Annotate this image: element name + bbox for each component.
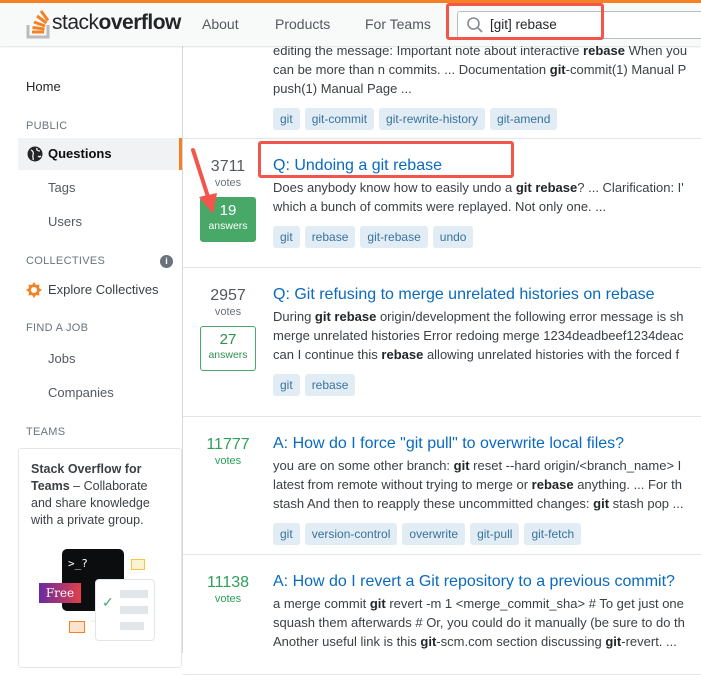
check-icon: ✓	[102, 594, 114, 610]
sidebar-label-questions: Questions	[48, 146, 112, 161]
annotation-arrow	[191, 148, 217, 214]
tag-git-amend[interactable]: git-amend	[490, 108, 558, 130]
tag-rebase[interactable]: rebase	[304, 374, 356, 396]
sidebar-item-jobs[interactable]: Jobs	[48, 351, 75, 366]
chat-bubble-icon	[69, 621, 85, 633]
sidebar-item-companies[interactable]: Companies	[48, 385, 114, 400]
votes-number: 2957	[210, 287, 246, 304]
votes-label: votes	[214, 306, 242, 318]
section-teams: TEAMS	[26, 426, 66, 438]
tag-rebase[interactable]: rebase	[304, 226, 356, 248]
sidebar-item-explore-collectives[interactable]: Explore Collectives	[48, 282, 159, 297]
result-body: Q: Git refusing to merge unrelated histo…	[273, 284, 701, 396]
collectives-icon	[26, 282, 42, 298]
votes-number: 11777	[206, 436, 250, 453]
vote-count: 11138 votes	[200, 573, 256, 605]
section-find-a-job: FIND A JOB	[26, 322, 89, 334]
tag-git[interactable]: git	[273, 108, 300, 130]
result-excerpt: During git rebase origin/development the…	[273, 309, 684, 324]
tag-list: git rebase	[273, 374, 701, 396]
tag-git-commit[interactable]: git-commit	[304, 108, 375, 130]
sidebar-item-tags[interactable]: Tags	[48, 180, 75, 195]
result-excerpt: squash them afterwards # Or, you could d…	[273, 615, 685, 630]
globe-icon	[27, 146, 43, 162]
tag-git[interactable]: git	[273, 374, 300, 396]
votes-label: votes	[214, 455, 242, 467]
tag-git-pull[interactable]: git-pull	[470, 523, 520, 545]
tag-list: git version-control overwrite git-pull git-f…	[273, 523, 701, 545]
left-sidebar: Home PUBLIC Questions Tags Users COLLECT…	[0, 46, 183, 668]
answers-count: 27 answers	[200, 326, 256, 371]
tag-git-rewrite-history[interactable]: git-rewrite-history	[379, 108, 486, 130]
search-result: 2957 votes 27 answers Q: Git refusing to mer…	[183, 268, 701, 417]
logo-text-overflow: overflow	[98, 11, 182, 34]
result-title-link[interactable]: A: How do I force "git pull" to overwrit…	[273, 433, 701, 455]
teams-promo[interactable]: Stack Overflow for Teams – Collaborate a…	[18, 448, 182, 668]
tag-git[interactable]: git	[273, 226, 300, 248]
result-excerpt: latest from remote without trying to mer…	[273, 477, 682, 492]
nav-about[interactable]: About	[202, 16, 239, 32]
result-excerpt: Does anybody know how to easily undo a g…	[273, 180, 684, 195]
votes-number: 11138	[206, 574, 250, 591]
title-highlight-box	[258, 141, 514, 178]
tag-list: git git-commit git-rewrite-history git-amen…	[273, 108, 701, 130]
stackoverflow-logo[interactable]: stackoverflow	[26, 7, 181, 39]
sidebar-item-home[interactable]: Home	[26, 79, 61, 94]
result-excerpt: Another useful link is this git-scm.com …	[273, 634, 677, 649]
sidebar-item-users[interactable]: Users	[48, 214, 82, 229]
info-icon[interactable]: i	[160, 255, 173, 268]
search-result: 11777 votes A: How do I force "git pull" t…	[183, 417, 701, 555]
votes-label: votes	[214, 593, 242, 605]
result-body: A: How do I force "git pull" to overwrit…	[273, 433, 701, 545]
result-title-link[interactable]: A: How do I revert a Git repository to a…	[273, 571, 701, 593]
voting-card-graphic: ✓	[95, 579, 155, 641]
logo-text-stack: stack	[52, 11, 99, 34]
section-collectives: COLLECTIVES	[26, 255, 106, 267]
tag-undo[interactable]: undo	[432, 226, 474, 248]
tag-overwrite[interactable]: overwrite	[402, 523, 466, 545]
tag-list: git rebase git-rebase undo	[273, 226, 701, 248]
sidebar-item-questions[interactable]: Questions	[18, 138, 182, 170]
result-excerpt: stash And then to reapply these uncommit…	[273, 496, 684, 511]
tag-git-rebase[interactable]: git-rebase	[360, 226, 428, 248]
vote-count: 2957 votes 27 answers	[200, 286, 256, 371]
nav-for-teams[interactable]: For Teams	[365, 16, 431, 32]
teams-illustration: >_? Free ✓	[39, 549, 159, 649]
chat-bubble-icon	[131, 559, 145, 570]
result-excerpt: you are on some other branch: git reset …	[273, 458, 682, 473]
result-excerpt: can I continue this rebase allowing unre…	[273, 347, 680, 362]
result-excerpt: a merge commit git revert -m 1 <merge_co…	[273, 596, 684, 611]
result-body: A: How do I revert a Git repository to a…	[273, 571, 701, 650]
tag-git-fetch[interactable]: git-fetch	[524, 523, 582, 545]
result-excerpt: can be more than n commits. ... Document…	[273, 62, 687, 77]
result-excerpt: merge unrelated histories Error redoing …	[273, 328, 684, 343]
search-result: 11138 votes A: How do I revert a Git repos…	[183, 555, 701, 675]
vote-count: 11777 votes	[200, 435, 256, 467]
result-excerpt: which a bunch of commits were replayed. …	[273, 199, 607, 214]
logo-icon	[26, 10, 50, 39]
search-highlight-box	[446, 3, 604, 40]
tag-git[interactable]: git	[273, 523, 300, 545]
section-public: PUBLIC	[26, 120, 68, 132]
result-title-link[interactable]: Q: Git refusing to merge unrelated histo…	[273, 284, 701, 306]
nav-products[interactable]: Products	[275, 16, 330, 32]
result-excerpt: push(1) Manual Page ...	[273, 81, 412, 96]
free-badge: Free	[39, 583, 81, 603]
tag-version-control[interactable]: version-control	[304, 523, 398, 545]
